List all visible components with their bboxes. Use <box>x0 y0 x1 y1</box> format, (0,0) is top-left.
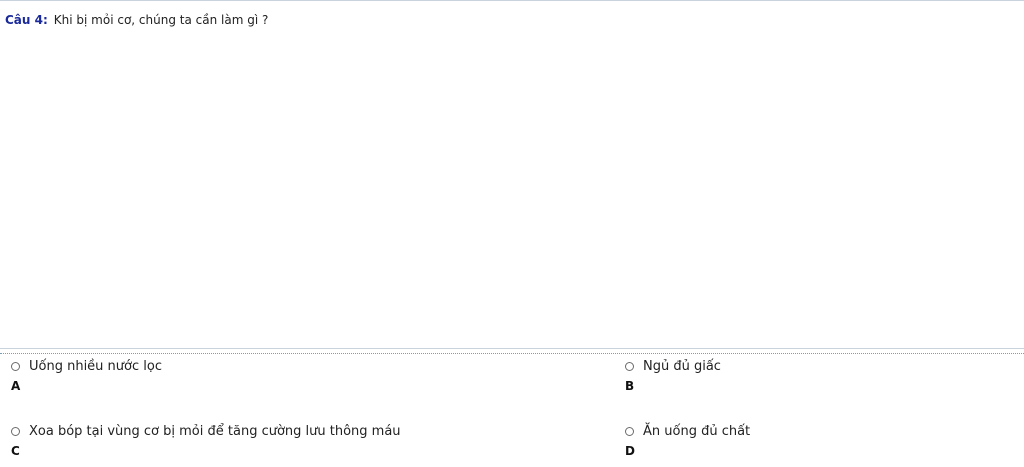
answer-option-b-text: Ngủ đủ giấc <box>643 358 721 374</box>
options-divider <box>0 353 1024 354</box>
quiz-page: Câu 4: Khi bị mỏi cơ, chúng ta cần làm gì… <box>0 0 1024 467</box>
answer-option-c-letter: C <box>11 444 20 458</box>
answer-option-c-row[interactable]: Xoa bóp tại vùng cơ bị mỏi để tăng cường… <box>11 423 611 439</box>
radio-button-d[interactable] <box>625 426 634 436</box>
answer-option-d-letter: D <box>625 444 635 458</box>
answer-option-b[interactable]: Ngủ đủ giấc B <box>625 358 1015 393</box>
answer-option-a-row[interactable]: Uống nhiều nước lọc <box>11 358 611 374</box>
answer-option-a-letter: A <box>11 379 21 393</box>
answer-option-b-row[interactable]: Ngủ đủ giấc <box>625 358 1015 374</box>
content-divider <box>0 348 1024 349</box>
answer-option-a-text: Uống nhiều nước lọc <box>29 358 162 374</box>
answer-option-c[interactable]: Xoa bóp tại vùng cơ bị mỏi để tăng cường… <box>11 423 611 458</box>
answer-option-d[interactable]: Ăn uống đủ chất D <box>625 423 1015 458</box>
question-header: Câu 4: Khi bị mỏi cơ, chúng ta cần làm gì… <box>5 12 268 28</box>
question-number: Câu 4: <box>5 13 48 27</box>
answer-option-c-text: Xoa bóp tại vùng cơ bị mỏi để tăng cường… <box>29 423 401 439</box>
radio-button-a[interactable] <box>11 361 20 371</box>
answer-option-d-row[interactable]: Ăn uống đủ chất <box>625 423 1015 439</box>
answer-option-a[interactable]: Uống nhiều nước lọc A <box>11 358 611 393</box>
question-text: Khi bị mỏi cơ, chúng ta cần làm gì ? <box>53 13 269 27</box>
answer-option-b-letter: B <box>625 379 635 393</box>
radio-button-b[interactable] <box>625 361 634 371</box>
radio-button-c[interactable] <box>11 426 20 436</box>
answer-option-d-text: Ăn uống đủ chất <box>643 423 751 439</box>
